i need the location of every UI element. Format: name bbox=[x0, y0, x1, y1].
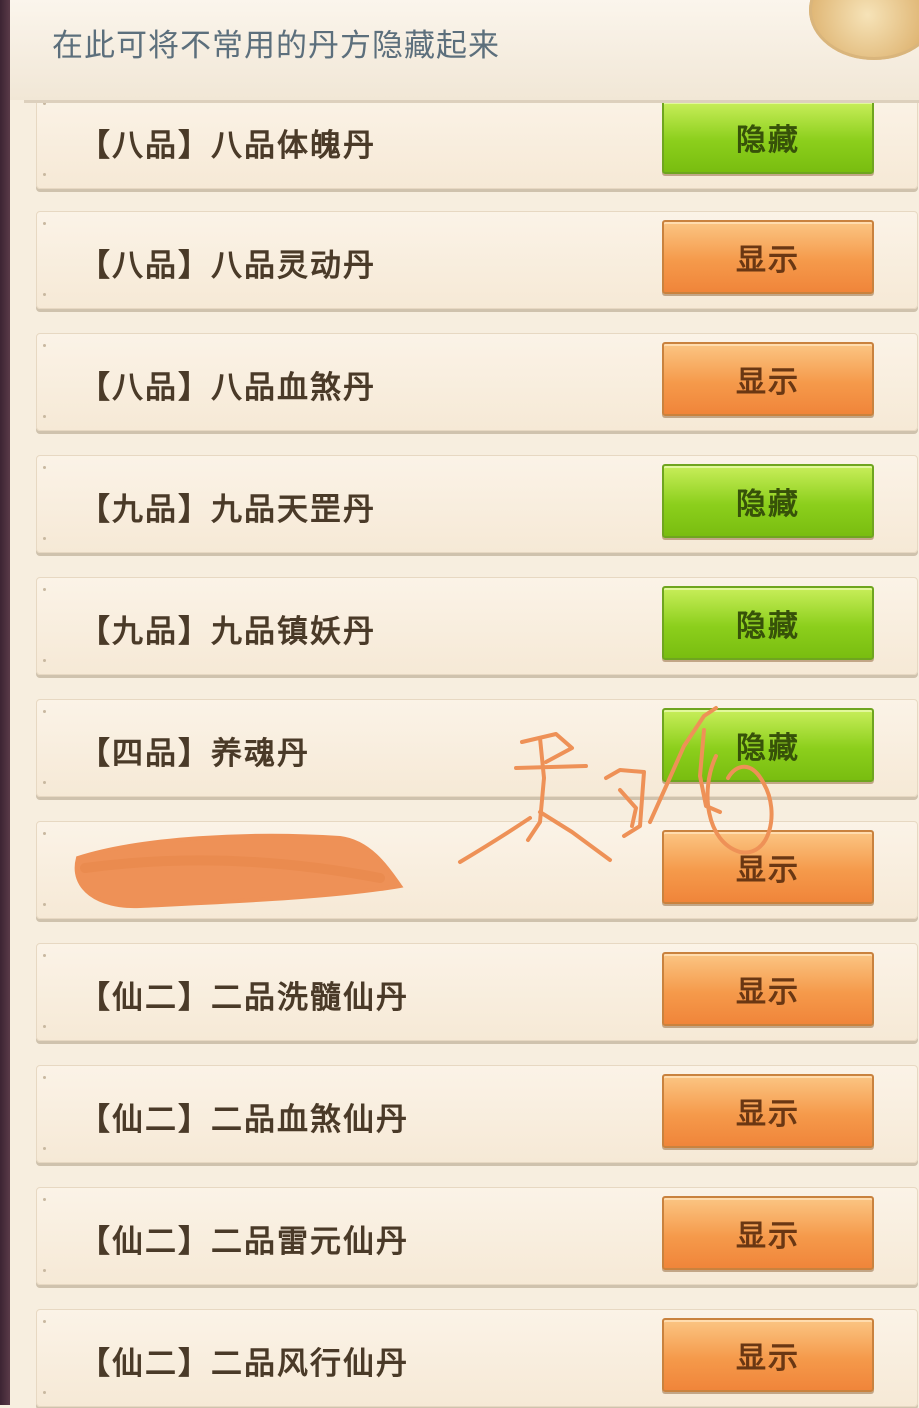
list-item: 丹 显示 bbox=[36, 821, 918, 919]
recipe-list[interactable]: 【八品】八品体魄丹 隐藏 【八品】八品灵动丹 显示 【八品】八品血煞丹 显示 【… bbox=[24, 100, 919, 1408]
recipe-name: 【八品】八品体魄丹 bbox=[79, 128, 376, 164]
header: 在此可将不常用的丹方隐藏起来 bbox=[10, 0, 919, 100]
list-item: 【八品】八品灵动丹 显示 bbox=[36, 211, 918, 309]
show-button[interactable]: 显示 bbox=[662, 830, 874, 904]
recipe-name: 【八品】八品血煞丹 bbox=[79, 370, 376, 406]
cloud-ornament-icon bbox=[809, 0, 919, 60]
list-item: 【仙二】二品血煞仙丹 显示 bbox=[36, 1065, 918, 1163]
recipe-name: 【九品】九品天罡丹 bbox=[79, 492, 376, 528]
list-item: 【仙二】二品洗髓仙丹 显示 bbox=[36, 943, 918, 1041]
hide-button[interactable]: 隐藏 bbox=[662, 464, 874, 538]
show-button[interactable]: 显示 bbox=[662, 952, 874, 1026]
list-item: 【九品】九品镇妖丹 隐藏 bbox=[36, 577, 918, 675]
recipe-name: 【四品】养魂丹 bbox=[79, 736, 310, 772]
list-item: 【四品】养魂丹 隐藏 bbox=[36, 699, 918, 797]
show-button[interactable]: 显示 bbox=[662, 1318, 874, 1392]
recipe-name: 【九品】九品镇妖丹 bbox=[79, 614, 376, 650]
recipe-name: 丹 bbox=[357, 858, 390, 894]
show-button[interactable]: 显示 bbox=[662, 342, 874, 416]
list-item: 【八品】八品血煞丹 显示 bbox=[36, 333, 918, 431]
show-button[interactable]: 显示 bbox=[662, 1196, 874, 1270]
show-button[interactable]: 显示 bbox=[662, 1074, 874, 1148]
list-item: 【八品】八品体魄丹 隐藏 bbox=[36, 103, 918, 189]
hide-button[interactable]: 隐藏 bbox=[662, 103, 874, 174]
recipe-name: 【八品】八品灵动丹 bbox=[79, 248, 376, 284]
recipe-name: 【仙二】二品血煞仙丹 bbox=[79, 1102, 409, 1138]
list-item: 【九品】九品天罡丹 隐藏 bbox=[36, 455, 918, 553]
window-left-edge bbox=[0, 0, 10, 1405]
page-title: 在此可将不常用的丹方隐藏起来 bbox=[52, 28, 500, 64]
list-item: 【仙二】二品雷元仙丹 显示 bbox=[36, 1187, 918, 1285]
recipe-name: 【仙二】二品风行仙丹 bbox=[79, 1346, 409, 1382]
list-item: 【仙二】二品风行仙丹 显示 bbox=[36, 1309, 918, 1407]
recipe-name: 【仙二】二品洗髓仙丹 bbox=[79, 980, 409, 1016]
hide-button[interactable]: 隐藏 bbox=[662, 708, 874, 782]
show-button[interactable]: 显示 bbox=[662, 220, 874, 294]
recipe-name: 【仙二】二品雷元仙丹 bbox=[79, 1224, 409, 1260]
hide-button[interactable]: 隐藏 bbox=[662, 586, 874, 660]
